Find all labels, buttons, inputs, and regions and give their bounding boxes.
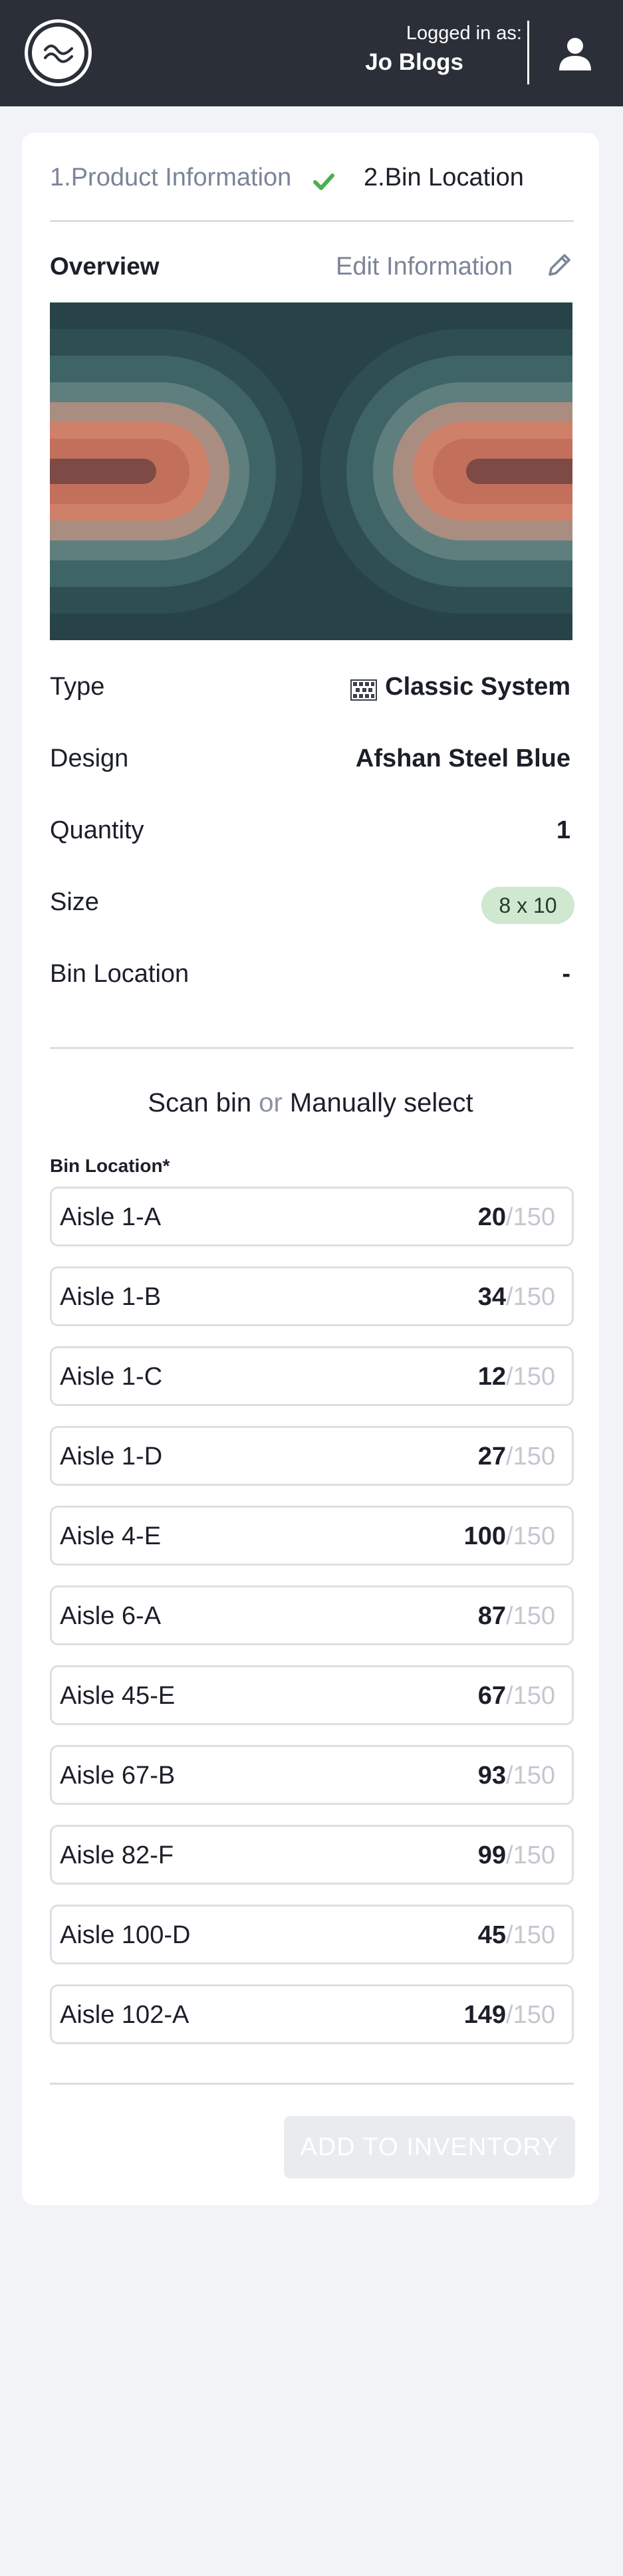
bin-name: Aisle 82-F [60, 1841, 174, 1869]
bin-option[interactable]: Aisle 1-B 34/150 [50, 1266, 574, 1326]
bin-used-count: 20 [477, 1203, 507, 1231]
bin-capacity: /150 [506, 1522, 555, 1550]
bin-used-count: 34 [477, 1283, 507, 1311]
bin-option[interactable]: Aisle 67-B 93/150 [50, 1745, 574, 1805]
bin-location-label: Bin Location [50, 960, 189, 988]
divider [50, 220, 574, 222]
app-header: Logged in as: Jo Blogs [0, 0, 623, 106]
rug-system-icon [350, 679, 377, 701]
add-to-inventory-button[interactable]: ADD TO INVENTORY [284, 2116, 575, 2178]
scan-bin-link[interactable]: Scan bin [148, 1088, 251, 1117]
bin-option[interactable]: Aisle 1-D 27/150 [50, 1426, 574, 1486]
bin-capacity: /150 [506, 1921, 555, 1949]
bin-count: 149/150 [464, 2001, 555, 2030]
edit-information-link[interactable]: Edit Information [336, 253, 513, 281]
bin-option[interactable]: Aisle 4-E 100/150 [50, 1506, 574, 1566]
bin-count: 87/150 [478, 1602, 555, 1631]
check-icon [312, 170, 335, 193]
bin-count: 67/150 [478, 1682, 555, 1710]
quantity-value: 1 [556, 816, 570, 844]
bin-used-count: 93 [477, 1762, 507, 1790]
bin-list: Aisle 1-A 20/150 Aisle 1-B 34/150 Aisle 1-C 1… [50, 1187, 574, 2064]
size-badge: 8 x 10 [481, 887, 574, 924]
quantity-label: Quantity [50, 816, 144, 844]
bin-count: 93/150 [478, 1762, 555, 1790]
bin-count: 20/150 [478, 1203, 555, 1232]
bin-capacity: /150 [506, 1602, 555, 1630]
divider [50, 2083, 574, 2085]
bin-used-count: 87 [477, 1602, 507, 1630]
app-logo[interactable] [25, 19, 92, 86]
bin-name: Aisle 1-C [60, 1363, 163, 1391]
type-value: Classic System [385, 673, 570, 701]
bin-capacity: /150 [506, 1762, 555, 1790]
bin-location-field-label: Bin Location* [50, 1155, 170, 1176]
bin-capacity: /150 [506, 1841, 555, 1869]
bin-option[interactable]: Aisle 82-F 99/150 [50, 1825, 574, 1885]
bin-name: Aisle 6-A [60, 1602, 162, 1630]
bin-used-count: 45 [477, 1921, 507, 1949]
bin-capacity: /150 [506, 2001, 555, 2029]
bin-count: 12/150 [478, 1363, 555, 1391]
bin-option[interactable]: Aisle 6-A 87/150 [50, 1585, 574, 1645]
bin-option[interactable]: Aisle 1-A 20/150 [50, 1187, 574, 1246]
step-product-information[interactable]: 1.Product Information [50, 164, 291, 192]
header-divider [527, 21, 529, 84]
bin-name: Aisle 1-D [60, 1443, 163, 1470]
bin-used-count: 12 [477, 1363, 507, 1391]
bin-name: Aisle 1-B [60, 1283, 162, 1311]
bin-count: 99/150 [478, 1841, 555, 1870]
bin-name: Aisle 67-B [60, 1762, 176, 1790]
pencil-icon[interactable] [544, 250, 574, 281]
divider [50, 1047, 574, 1049]
size-label: Size [50, 888, 99, 916]
bin-name: Aisle 1-A [60, 1203, 162, 1231]
design-value: Afshan Steel Blue [355, 745, 570, 772]
bin-count: 34/150 [478, 1283, 555, 1312]
bin-used-count: 149 [463, 2001, 507, 2029]
user-name: Jo Blogs [365, 49, 463, 75]
bin-name: Aisle 102-A [60, 2001, 189, 2029]
bin-used-count: 27 [477, 1443, 507, 1470]
overview-title: Overview [50, 253, 160, 280]
bin-selection-mode: Scan bin or Manually select [22, 1088, 599, 1118]
waves-icon [32, 27, 84, 79]
bin-capacity: /150 [506, 1203, 555, 1231]
product-image [50, 302, 572, 640]
bin-option[interactable]: Aisle 102-A 149/150 [50, 1984, 574, 2044]
bin-location-value: - [562, 960, 570, 988]
bin-capacity: /150 [506, 1363, 555, 1391]
bin-count: 27/150 [478, 1443, 555, 1471]
type-label: Type [50, 673, 105, 701]
bin-option[interactable]: Aisle 1-C 12/150 [50, 1346, 574, 1406]
bin-name: Aisle 100-D [60, 1921, 191, 1949]
logged-in-label: Logged in as: [406, 23, 522, 44]
bin-count: 45/150 [478, 1921, 555, 1950]
bin-option[interactable]: Aisle 45-E 67/150 [50, 1665, 574, 1725]
user-icon[interactable] [558, 37, 592, 70]
or-separator: or [259, 1088, 283, 1117]
bin-capacity: /150 [506, 1283, 555, 1311]
step-bin-location[interactable]: 2.Bin Location [364, 164, 524, 192]
bin-capacity: /150 [506, 1682, 555, 1710]
bin-option[interactable]: Aisle 100-D 45/150 [50, 1905, 574, 1964]
bin-used-count: 67 [477, 1682, 507, 1710]
product-card: 1.Product Information 2.Bin Location Ove… [22, 133, 599, 2205]
bin-count: 100/150 [464, 1522, 555, 1551]
bin-used-count: 99 [477, 1841, 507, 1869]
bin-capacity: /150 [506, 1443, 555, 1470]
design-label: Design [50, 745, 129, 772]
bin-name: Aisle 45-E [60, 1682, 176, 1710]
bin-used-count: 100 [463, 1522, 507, 1550]
bin-name: Aisle 4-E [60, 1522, 162, 1550]
manually-select-link[interactable]: Manually select [290, 1088, 473, 1117]
